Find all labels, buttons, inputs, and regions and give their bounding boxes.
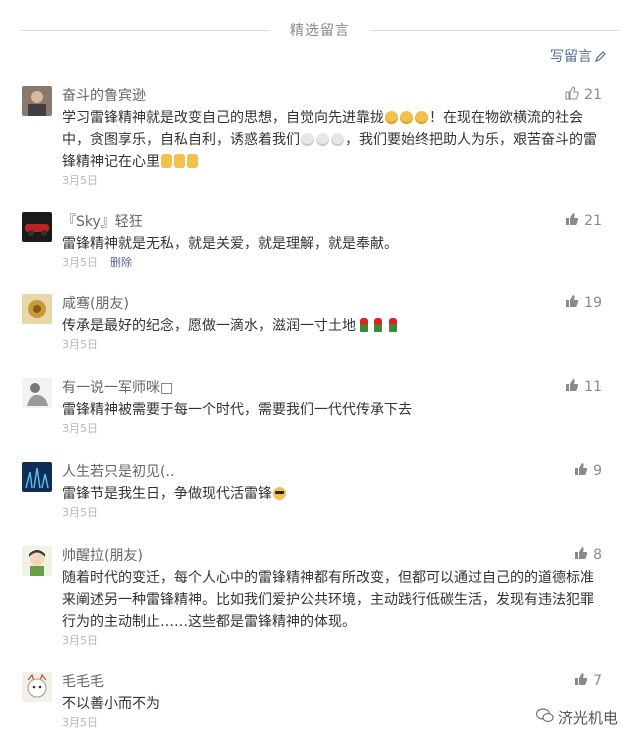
avatar[interactable]	[22, 672, 52, 702]
avatar[interactable]	[22, 212, 52, 242]
comment-text: 雷锋精神就是无私，就是关爱，就是理解，就是奉献。	[62, 236, 398, 252]
comment-date: 3月5日	[62, 634, 98, 647]
thumbs-up-emoji-icon	[174, 154, 185, 168]
avatar[interactable]	[22, 462, 52, 492]
thumbs-up-icon	[565, 378, 579, 396]
comment-text-part: 学习雷锋精神就是改变自己的思想，自觉向先进靠拢	[62, 110, 384, 126]
like-count: 8	[593, 547, 602, 563]
comment-body: 奋斗的鲁宾逊 学习雷锋精神就是改变自己的思想，自觉向先进靠拢 ！在现在物欲横流的社…	[62, 86, 602, 189]
comment-date: 3月5日	[62, 422, 98, 435]
comment-text: 学习雷锋精神就是改变自己的思想，自觉向先进靠拢 ！在现在物欲横流的社会中，贪图享乐…	[62, 107, 602, 173]
like-button[interactable]: 21	[565, 212, 602, 230]
comment-date: 3月5日	[62, 256, 98, 269]
wechat-logo-icon	[535, 708, 554, 727]
thumbs-up-outline-icon	[565, 86, 579, 104]
watermark: 济光机电	[535, 707, 618, 728]
comment-body: 咸骞(朋友) 传承是最好的纪念，愿做一滴水，滋润一寸土地 3月5日	[62, 294, 602, 353]
like-button[interactable]: 8	[574, 546, 602, 564]
thumbs-up-icon	[574, 462, 588, 480]
comment-date: 3月5日	[62, 716, 98, 729]
grin-emoji-icon	[400, 111, 413, 124]
like-count: 9	[593, 463, 602, 479]
comment-nickname: 『Sky』轻狂	[62, 214, 143, 230]
comment-body: 帅醒拉(朋友) 随着时代的变迁，每个人心中的雷锋精神都有所改变，但都可以通过自己…	[62, 546, 602, 649]
comment-text-part: 传承是最好的纪念，愿做一滴水，滋润一寸土地	[62, 318, 356, 334]
like-button[interactable]: 21	[565, 86, 602, 104]
comment-date: 3月5日	[62, 174, 98, 187]
like-count: 7	[593, 673, 602, 689]
skull-emoji-icon	[316, 133, 329, 146]
like-button[interactable]: 11	[565, 378, 602, 396]
comment-date: 3月5日	[62, 338, 98, 351]
comment-nickname: 帅醒拉(朋友)	[62, 548, 143, 564]
like-count: 21	[584, 213, 602, 229]
sunglasses-emoji-icon	[273, 487, 286, 500]
like-count: 21	[584, 87, 602, 103]
avatar[interactable]	[22, 546, 52, 576]
comment-body: 人生若只是初见(.. 雷锋节是我生日，争做现代活雷锋 3月5日	[62, 462, 602, 521]
comment-text: 雷锋节是我生日，争做现代活雷锋	[62, 483, 602, 505]
comment-body: 『Sky』轻狂 雷锋精神就是无私，就是关爱，就是理解，就是奉献。 3月5日 删除	[62, 212, 602, 271]
thumbs-up-emoji-icon	[161, 154, 172, 168]
comment-nickname: 奋斗的鲁宾逊	[62, 88, 146, 104]
thumbs-up-icon	[574, 546, 588, 564]
pencil-icon	[595, 50, 606, 62]
grin-emoji-icon	[415, 111, 428, 124]
like-button[interactable]: 7	[574, 672, 602, 690]
avatar[interactable]	[22, 378, 52, 408]
like-count: 11	[584, 379, 602, 395]
rose-emoji-icon	[388, 318, 397, 332]
like-button[interactable]: 19	[565, 294, 602, 312]
comment-text-part: 雷锋节是我生日，争做现代活雷锋	[62, 486, 272, 502]
like-count: 19	[584, 295, 602, 311]
section-title: 精选留言	[290, 23, 350, 39]
divider-left	[20, 30, 270, 31]
delete-comment-button[interactable]: 删除	[110, 256, 132, 269]
write-comment-label: 写留言	[550, 49, 592, 65]
avatar[interactable]	[22, 86, 52, 116]
comment-nickname: 有一说一军师咪□	[62, 380, 174, 396]
thumbs-up-emoji-icon	[187, 154, 198, 168]
comment-text: 雷锋精神被需要于每一个时代，需要我们一代代传承下去	[62, 402, 412, 418]
thumbs-up-icon	[565, 212, 579, 230]
section-header: 精选留言	[0, 18, 640, 42]
skull-emoji-icon	[331, 133, 344, 146]
like-button[interactable]: 9	[574, 462, 602, 480]
rose-emoji-icon	[360, 318, 368, 332]
thumbs-up-icon	[574, 672, 588, 690]
comment-nickname: 人生若只是初见(..	[62, 464, 175, 480]
comment-date: 3月5日	[62, 506, 98, 519]
grin-emoji-icon	[385, 111, 398, 124]
comment-meta: 3月5日 删除	[62, 255, 602, 271]
comment-text: 随着时代的变迁，每个人心中的雷锋精神都有所改变，但都可以通过自己的的道德标准来阐…	[62, 570, 594, 630]
avatar[interactable]	[22, 294, 52, 324]
comment-text: 不以善小而不为	[62, 696, 160, 712]
comment-text: 传承是最好的纪念，愿做一滴水，滋润一寸土地	[62, 315, 602, 337]
watermark-text: 济光机电	[557, 709, 618, 727]
write-comment-button[interactable]: 写留言	[550, 46, 606, 66]
comment-body: 有一说一军师咪□ 雷锋精神被需要于每一个时代，需要我们一代代传承下去 3月5日	[62, 378, 602, 437]
rose-emoji-icon	[374, 318, 383, 332]
comment-body: 毛毛毛 不以善小而不为 3月5日	[62, 672, 602, 731]
divider-right	[370, 30, 620, 31]
comment-nickname: 毛毛毛	[62, 674, 104, 690]
thumbs-up-icon	[565, 294, 579, 312]
skull-emoji-icon	[301, 133, 314, 146]
comment-nickname: 咸骞(朋友)	[62, 296, 129, 312]
